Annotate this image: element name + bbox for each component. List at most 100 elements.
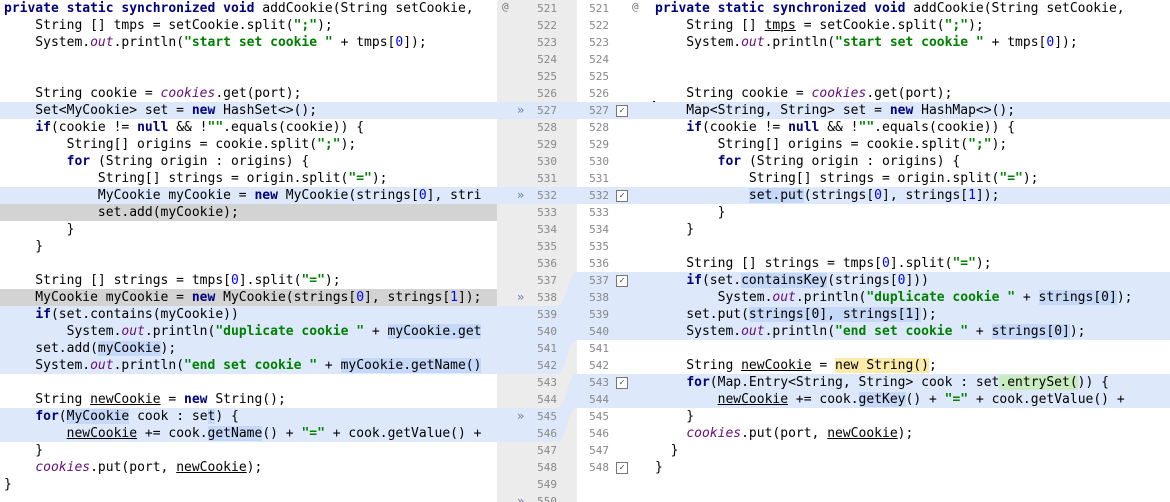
code-line[interactable]: String [] strings = tmps[0].split("=");: [0, 272, 497, 289]
code-line[interactable]: String[] origins = cookie.split(";");: [0, 136, 497, 153]
code-line[interactable]: }: [649, 204, 1170, 221]
apply-change-arrow-icon[interactable]: »: [517, 408, 524, 425]
code-token: );: [991, 137, 1008, 152]
code-token: (strings[: [803, 188, 875, 203]
code-line[interactable]: }: [0, 221, 497, 238]
code-line[interactable]: [649, 476, 1170, 493]
code-line[interactable]: Set<MyCookie> set = new HashSet<>();: [0, 102, 497, 119]
code-token: );: [1116, 290, 1133, 305]
accept-change-checkbox-icon[interactable]: ✓: [616, 190, 628, 202]
code-token: );: [897, 426, 914, 441]
code-line-text: set.put(strings[0], strings[1]);: [655, 187, 999, 204]
line-number: 530: [537, 155, 557, 168]
code-token: .put(port,: [90, 460, 177, 475]
code-token: containsKey: [741, 273, 828, 288]
annotate-icon[interactable]: @: [632, 0, 639, 14]
accept-change-checkbox-icon[interactable]: ✓: [616, 275, 628, 287]
code-line[interactable]: private static synchronized void addCook…: [649, 0, 1170, 17]
code-line[interactable]: newCookie += cook.getName() + "=" + cook…: [0, 425, 497, 442]
code-line-text: String[] origins = cookie.split(";");: [655, 136, 1008, 153]
accept-change-checkbox-icon[interactable]: ✓: [616, 377, 628, 389]
right-code-pane[interactable]: private static synchronized void addCook…: [649, 0, 1170, 502]
code-line[interactable]: }: [0, 238, 497, 255]
code-line[interactable]: System.out.println("duplicate cookie " +…: [0, 323, 497, 340]
code-line[interactable]: }: [0, 442, 497, 459]
code-line[interactable]: set.add(myCookie);: [0, 340, 497, 357]
code-line[interactable]: String[] strings = origin.split("=");: [0, 170, 497, 187]
code-line[interactable]: if(set.containsKey(strings[0])): [649, 272, 1170, 289]
code-token: .get(port);: [866, 86, 953, 101]
code-line[interactable]: }: [649, 408, 1170, 425]
code-line[interactable]: String[] origins = cookie.split(";");: [649, 136, 1170, 153]
code-line[interactable]: String cookie = cookies.get(port);: [0, 85, 497, 102]
code-line[interactable]: for (String origin : origins) {: [0, 153, 497, 170]
code-line[interactable]: cookies.put(port, newCookie);: [649, 425, 1170, 442]
accept-change-checkbox-icon[interactable]: ✓: [616, 105, 628, 117]
code-token: );: [160, 341, 177, 356]
code-line[interactable]: String newCookie = new String();: [0, 391, 497, 408]
code-token: String []: [655, 18, 765, 33]
code-line[interactable]: [0, 68, 497, 85]
code-token: newCookie: [717, 392, 789, 407]
code-line[interactable]: [649, 51, 1170, 68]
code-line-text: System.out.println("end set cookie " + s…: [655, 323, 1086, 340]
code-line[interactable]: for (String origin : origins) {: [649, 153, 1170, 170]
code-line[interactable]: System.out.println("end set cookie " + s…: [649, 323, 1170, 340]
code-line[interactable]: }: [0, 476, 497, 493]
code-line[interactable]: for(Map.Entry<String, String> cook : set…: [649, 374, 1170, 391]
code-line[interactable]: System.out.println("end set cookie " + m…: [0, 357, 497, 374]
code-line[interactable]: [649, 68, 1170, 85]
apply-change-arrow-icon[interactable]: »: [517, 187, 524, 204]
code-token: .get(port);: [215, 86, 302, 101]
code-line[interactable]: if(set.contains(myCookie)): [0, 306, 497, 323]
apply-change-arrow-icon[interactable]: »: [517, 102, 524, 119]
code-line[interactable]: set.put(strings[0], strings[1]);: [649, 187, 1170, 204]
code-token: "": [207, 120, 224, 135]
code-line[interactable]: cookies.put(port, newCookie);: [0, 459, 497, 476]
code-line[interactable]: [0, 374, 497, 391]
left-code-pane[interactable]: private static synchronized void addCook…: [0, 0, 497, 502]
code-line[interactable]: newCookie += cook.getKey() + "=" + cook.…: [649, 391, 1170, 408]
code-line[interactable]: System.out.println("start set cookie " +…: [0, 34, 497, 51]
apply-change-arrow-icon[interactable]: »: [517, 493, 524, 502]
code-line[interactable]: set.add(myCookie);: [0, 204, 497, 221]
code-line[interactable]: }: [649, 442, 1170, 459]
annotate-icon[interactable]: @: [502, 0, 509, 14]
code-token: MyCookie myCookie =: [4, 188, 255, 203]
code-line-text: String newCookie = new String();: [4, 391, 286, 408]
line-number: 529: [537, 138, 557, 151]
code-line[interactable]: }: [649, 221, 1170, 238]
code-line[interactable]: }: [649, 459, 1170, 476]
code-line[interactable]: private static synchronized void addCook…: [0, 0, 497, 17]
code-line[interactable]: [649, 340, 1170, 357]
code-line[interactable]: for(MyCookie cook : set) {: [0, 408, 497, 425]
code-line[interactable]: MyCookie myCookie = new MyCookie(strings…: [0, 187, 497, 204]
code-line[interactable]: Map<String, String> set = new HashMap<>(…: [649, 102, 1170, 119]
code-line[interactable]: if(cookie != null && !"".equals(cookie))…: [649, 119, 1170, 136]
code-line[interactable]: String [] strings = tmps[0].split("=");: [649, 255, 1170, 272]
code-token: if: [686, 120, 702, 135]
line-number: 521: [537, 2, 557, 15]
code-line[interactable]: if(cookie != null && !"".equals(cookie))…: [0, 119, 497, 136]
code-line[interactable]: set.put(strings[0], strings[1]);: [649, 306, 1170, 323]
code-token: new String(): [835, 358, 929, 373]
code-line[interactable]: String cookie = cookies.get(port);: [649, 85, 1170, 102]
code-line[interactable]: String[] strings = origin.split("=");: [649, 170, 1170, 187]
code-line[interactable]: [0, 255, 497, 272]
code-line[interactable]: MyCookie myCookie = new MyCookie(strings…: [0, 289, 497, 306]
code-token: HashSet<>();: [223, 103, 318, 118]
code-line[interactable]: String [] tmps = setCookie.split(";");: [0, 17, 497, 34]
code-line[interactable]: String newCookie = new String();: [649, 357, 1170, 374]
code-line[interactable]: [0, 51, 497, 68]
code-line[interactable]: System.out.println("duplicate cookie " +…: [649, 289, 1170, 306]
code-token: 1: [450, 290, 458, 305]
accept-change-checkbox-icon[interactable]: ✓: [616, 462, 628, 474]
code-line[interactable]: [649, 238, 1170, 255]
code-line[interactable]: String [] tmps = setCookie.split(";");: [649, 17, 1170, 34]
apply-change-arrow-icon[interactable]: »: [517, 289, 524, 306]
code-line-text: System.out.println("duplicate cookie " +…: [655, 289, 1132, 306]
code-line[interactable]: System.out.println("start set cookie " +…: [649, 34, 1170, 51]
